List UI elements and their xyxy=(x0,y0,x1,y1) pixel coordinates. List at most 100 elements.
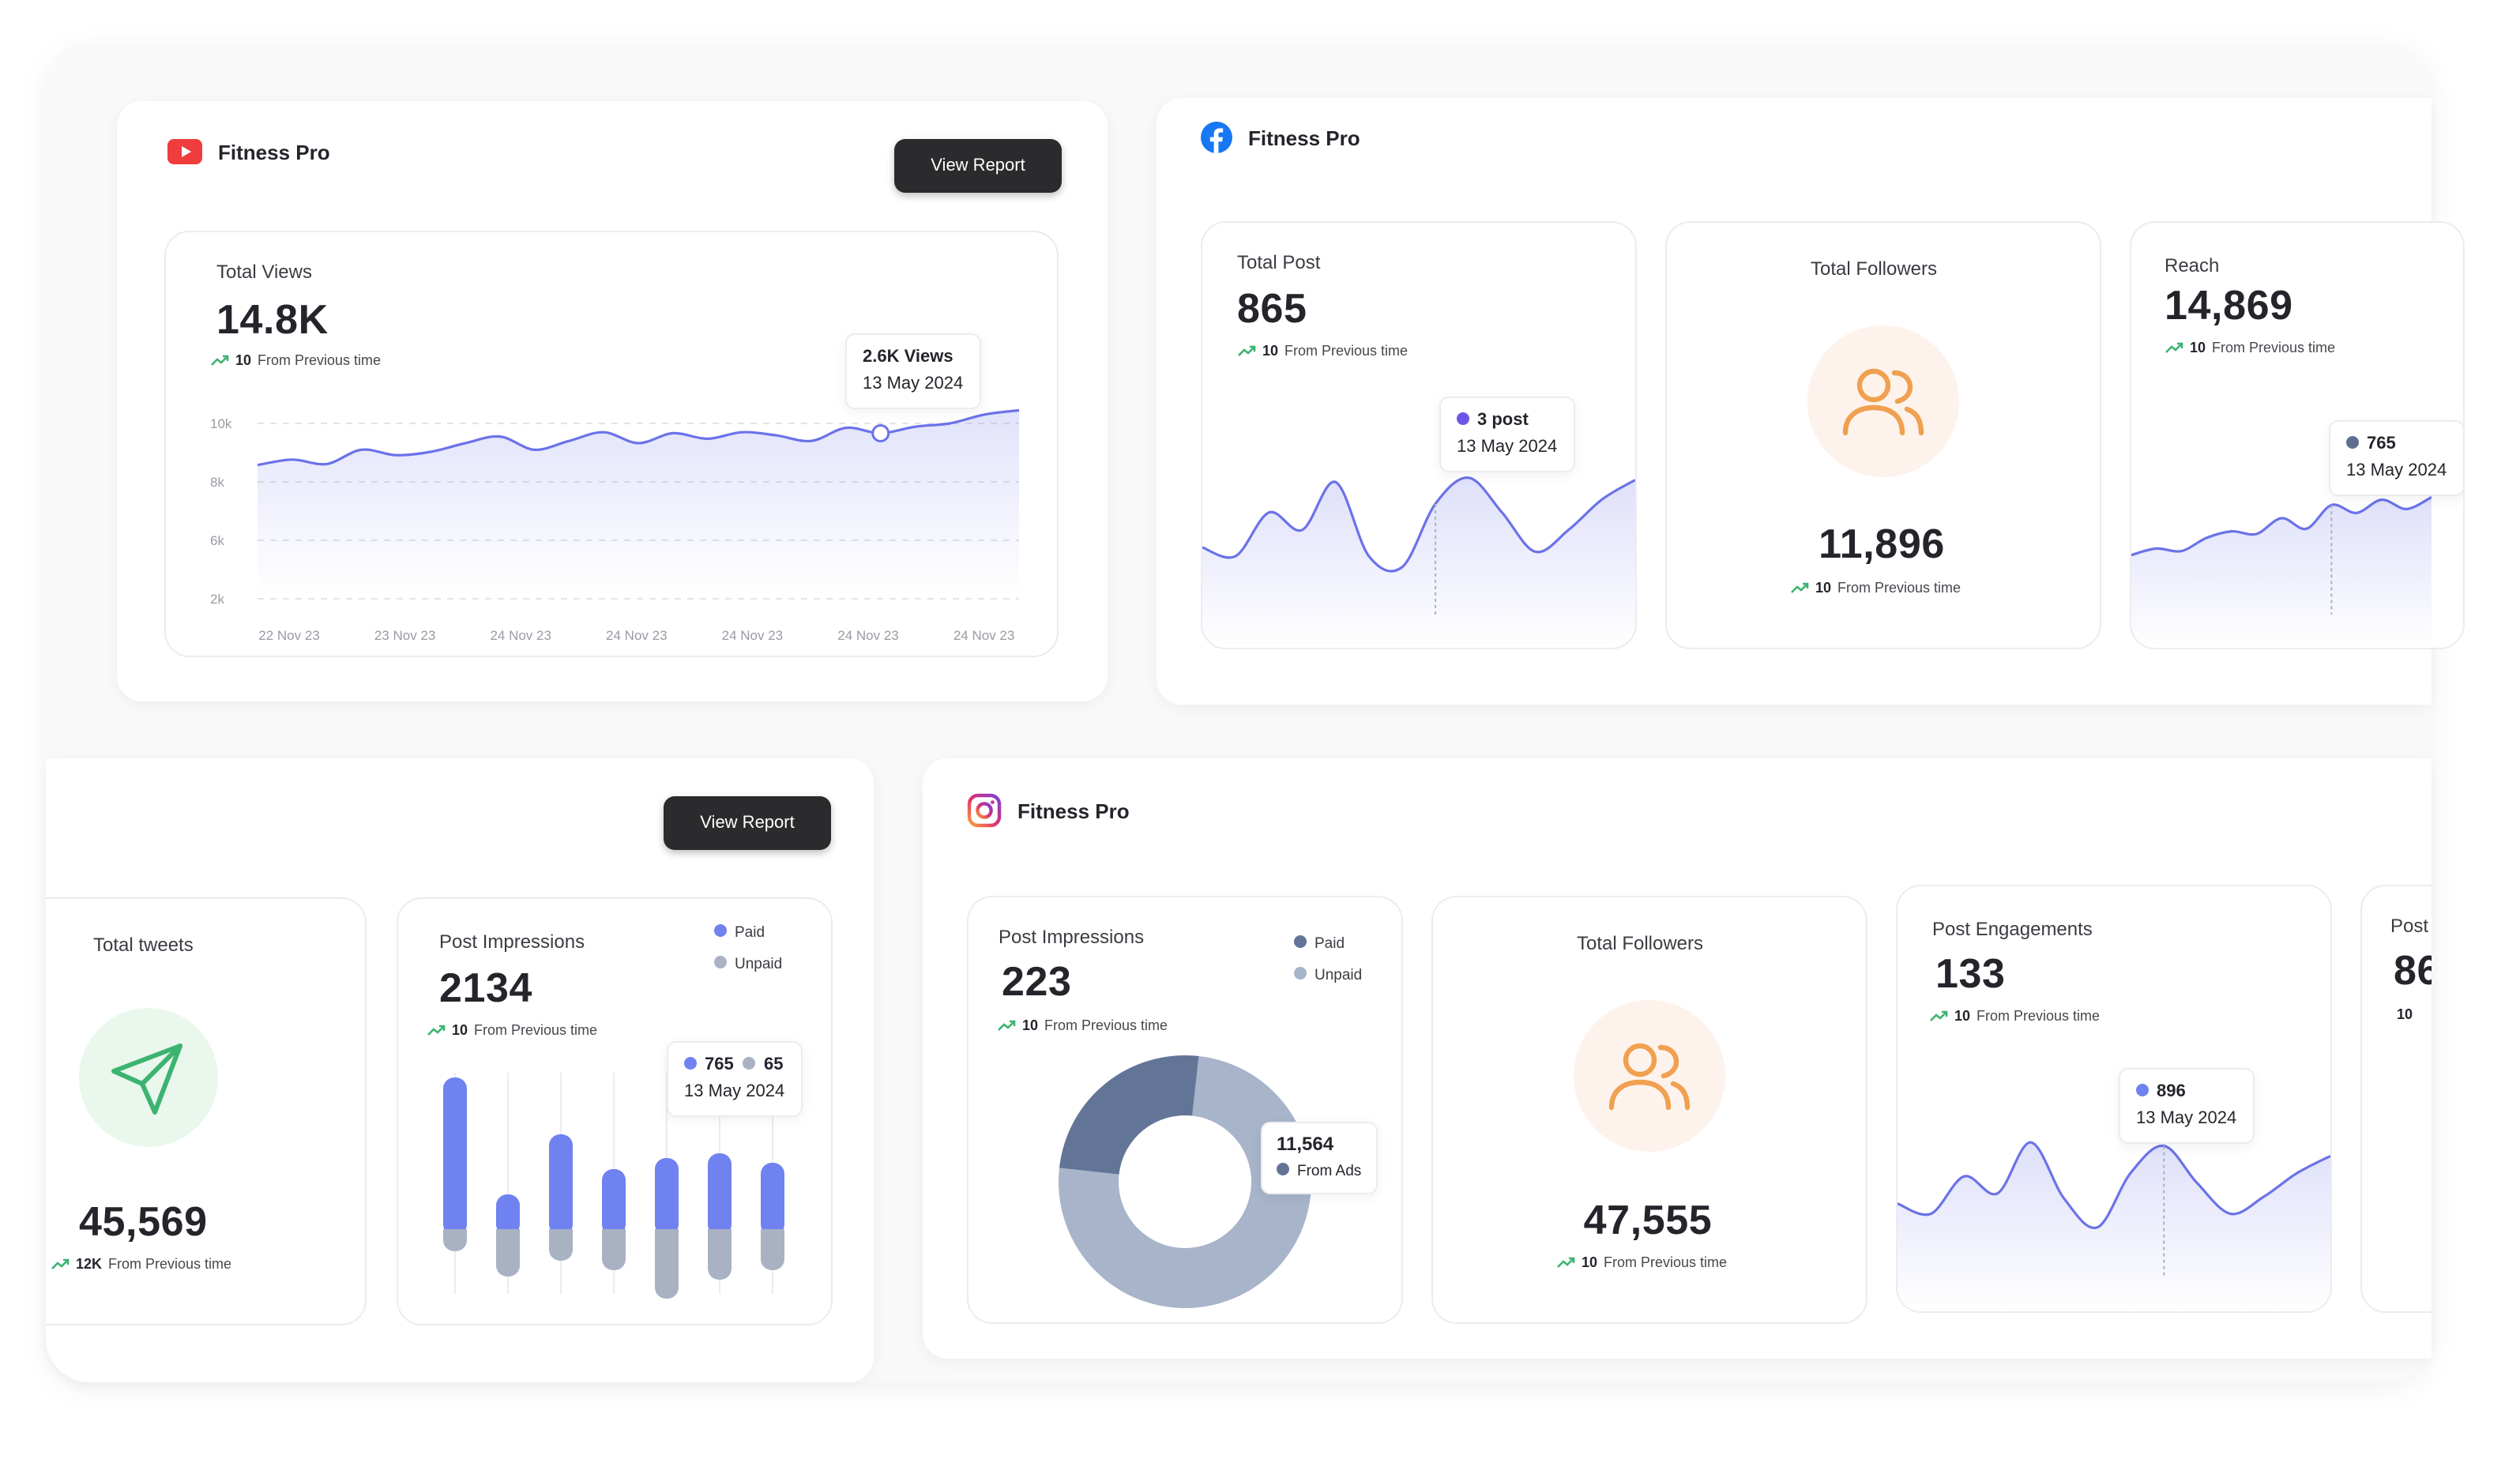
post-impressions-tooltip: 765 65 13 May 2024 xyxy=(667,1041,803,1117)
tooltip-paid: 765 xyxy=(705,1055,734,1074)
tooltip-dot-paid xyxy=(684,1057,697,1070)
tweets-icon-circle xyxy=(79,1008,218,1147)
youtube-panel: Fitness Pro View Report Total Views 14.8… xyxy=(117,101,1108,701)
total-tweets-value: 45,569 xyxy=(79,1198,208,1245)
followers-icon-circle xyxy=(1574,1000,1725,1152)
dashboard-stage: Fitness Pro View Report Total Views 14.8… xyxy=(0,0,2520,1459)
bar-paid xyxy=(549,1134,573,1235)
bar-unpaid-cap xyxy=(496,1229,520,1239)
bar-paid xyxy=(761,1163,784,1235)
total-tweets-label: Total tweets xyxy=(93,934,194,956)
tooltip-date: 13 May 2024 xyxy=(2136,1109,2237,1128)
partial-card-value: 86 xyxy=(2394,946,2432,994)
post-engagements-chart xyxy=(1898,1141,2330,1311)
delta-text: From Previous time xyxy=(108,1256,232,1272)
y-tick-label: 8k xyxy=(210,475,224,490)
bar-unpaid xyxy=(655,1229,679,1299)
x-tick-label: 24 Nov 23 xyxy=(722,628,784,643)
send-icon xyxy=(111,1043,182,1115)
tooltip-text: From Ads xyxy=(1297,1163,1362,1180)
tooltip-dot-unpaid xyxy=(743,1057,756,1070)
users-icon xyxy=(1842,368,1924,436)
bar-unpaid-cap xyxy=(708,1229,732,1239)
tooltip-value: 11,564 xyxy=(1277,1133,1334,1155)
facebook-panel: Fitness Pro Total Post 865 10 From Previ… xyxy=(1157,98,2465,705)
y-tick-label: 6k xyxy=(210,533,224,548)
bar-unpaid-cap xyxy=(443,1229,467,1239)
total-followers-label: Total Followers xyxy=(1576,932,1704,954)
bar-unpaid-cap xyxy=(549,1229,573,1239)
total-followers-delta: 10 From Previous time xyxy=(1556,1254,1727,1270)
instagram-post-impressions-card: Post Impressions 223 10 From Previous ti… xyxy=(967,896,1403,1324)
y-tick-label: 10k xyxy=(210,416,232,431)
instagram-icon xyxy=(967,793,1002,828)
instagram-brand: Fitness Pro xyxy=(967,793,1130,828)
trend-up-icon xyxy=(1791,582,1809,593)
instagram-total-followers-card: Total Followers 47,555 10 From Previous … xyxy=(1431,896,1867,1324)
bar-unpaid-cap xyxy=(655,1229,679,1239)
delta-number: 10 xyxy=(1815,580,1832,596)
post-impressions-donut-chart xyxy=(1059,1055,1311,1308)
post-impressions-tooltip: 11,564 From Ads xyxy=(1261,1122,1378,1194)
bar-paid xyxy=(708,1153,732,1235)
area-fill xyxy=(2131,497,2432,648)
bar-paid xyxy=(443,1077,467,1235)
delta-number: 10 xyxy=(2397,1006,2413,1022)
delta-number: 10 xyxy=(1582,1254,1598,1270)
youtube-view-report-button[interactable]: View Report xyxy=(894,139,1062,193)
tooltip-dot xyxy=(1457,412,1469,426)
x-tick-label: 24 Nov 23 xyxy=(837,628,899,643)
tooltip-dot xyxy=(2136,1084,2149,1097)
total-tweets-delta: 12K From Previous time xyxy=(51,1256,231,1272)
area-fill xyxy=(1898,1142,2330,1311)
twitter-post-impressions-card: Post Impressions 2134 10 From Previous t… xyxy=(397,897,833,1326)
facebook-total-post-card: Total Post 865 10 From Previous time 3 p… xyxy=(1201,221,1637,649)
reach-tooltip: 765 13 May 2024 xyxy=(2329,420,2463,496)
x-tick-label: 24 Nov 23 xyxy=(606,628,668,643)
instagram-brand-name: Fitness Pro xyxy=(1017,799,1130,822)
twitter-view-report-button[interactable]: View Report xyxy=(664,796,831,850)
delta-number: 12K xyxy=(76,1256,103,1272)
youtube-icon xyxy=(167,139,202,164)
post-engagements-tooltip: 896 13 May 2024 xyxy=(2119,1068,2255,1144)
tooltip-value: 2.6K Views xyxy=(863,348,953,367)
area-fill xyxy=(258,410,1019,596)
tooltip-value: 896 xyxy=(2157,1082,2186,1101)
total-followers-label: Total Followers xyxy=(1810,258,1938,280)
tooltip-date: 13 May 2024 xyxy=(1457,438,1558,457)
facebook-brand: Fitness Pro xyxy=(1201,122,1360,153)
total-views-chart: 10k 8k 6k 2k 22 Nov 23 23 Nov 23 24 Nov 23 24 N… xyxy=(210,408,1020,643)
instagram-partial-card: Post 86 10 xyxy=(2360,885,2432,1313)
tooltip-unpaid: 65 xyxy=(763,1055,784,1074)
partial-card-delta: 10 xyxy=(2397,1006,2413,1022)
tooltip-dot xyxy=(2346,436,2359,449)
total-followers-value: 11,896 xyxy=(1819,520,1945,567)
donut-slice-paid xyxy=(1059,1055,1199,1175)
x-tick-label: 22 Nov 23 xyxy=(258,628,320,643)
bar-unpaid-cap xyxy=(761,1229,784,1239)
tooltip-date: 13 May 2024 xyxy=(2346,461,2447,480)
total-views-tooltip: 2.6K Views 13 May 2024 xyxy=(845,333,981,409)
facebook-brand-name: Fitness Pro xyxy=(1248,126,1360,149)
tooltip-date: 13 May 2024 xyxy=(863,374,964,393)
trend-up-icon xyxy=(51,1258,70,1269)
x-tick-label: 23 Nov 23 xyxy=(374,628,435,643)
tooltip-value: 765 xyxy=(2367,434,2396,453)
trend-up-icon xyxy=(1557,1257,1575,1268)
total-followers-value: 47,555 xyxy=(1583,1196,1713,1243)
followers-icon-circle xyxy=(1807,325,1959,477)
highlight-point xyxy=(871,423,890,442)
x-tick-label: 24 Nov 23 xyxy=(953,628,1015,643)
facebook-icon xyxy=(1201,122,1232,153)
x-tick-label: 24 Nov 23 xyxy=(490,628,551,643)
total-followers-delta: 10 From Previous time xyxy=(1790,580,1961,596)
partial-card-label: Post xyxy=(2390,915,2429,937)
tooltip-dot xyxy=(1277,1163,1289,1176)
instagram-post-engagements-card: Post Engagements 133 10 From Previous ti… xyxy=(1896,885,2332,1313)
total-tweets-card: Total tweets 45,569 12K From Previous ti… xyxy=(46,897,367,1326)
users-icon xyxy=(1608,1043,1691,1111)
tooltip-value: 3 post xyxy=(1477,411,1529,430)
area-fill xyxy=(1202,477,1635,648)
delta-text: From Previous time xyxy=(1604,1254,1728,1270)
twitter-panel: View Report Total tweets 45,569 12K From… xyxy=(46,758,874,1382)
